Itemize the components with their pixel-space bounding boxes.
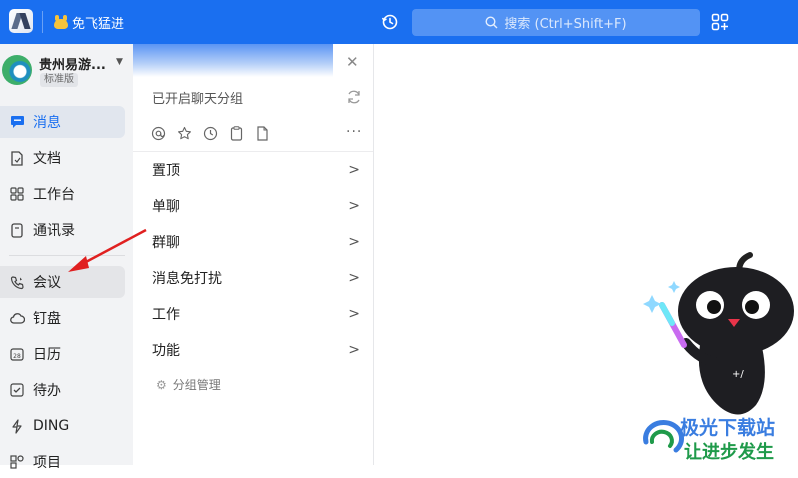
close-icon[interactable]: ✕ [346,53,359,71]
sidebar-item-drive[interactable]: 钉盘 [0,302,125,334]
sidebar-item-label: 钉盘 [33,311,61,327]
filter-icon-row [150,125,270,141]
cloud-icon [9,310,25,326]
panel-divider [133,151,373,152]
svg-text:+/: +/ [732,369,744,380]
search-input[interactable]: 搜索 (Ctrl+Shift+F) [412,9,700,36]
sidebar-item-label: DING [33,418,70,434]
sidebar-item-ding[interactable]: DING [0,410,125,442]
grouping-status: 已开启聊天分组 [152,92,244,107]
project-icon [9,454,25,470]
chevron-right-icon: > [348,342,360,358]
chevron-right-icon: > [348,306,360,322]
history-icon[interactable] [381,13,399,31]
group-row-label: 消息免打扰 [152,271,222,287]
apps-add-icon[interactable] [711,13,729,31]
file-icon[interactable] [254,125,270,141]
sidebar-item-label: 项目 [33,455,61,471]
group-row-functions[interactable]: 功能 > [152,338,360,362]
svg-text:28: 28 [13,353,21,360]
chevron-right-icon: > [348,162,360,178]
chevron-right-icon: > [348,270,360,286]
todo-icon [9,382,25,398]
group-row-group-chat[interactable]: 群聊 > [152,230,360,254]
group-row-muted[interactable]: 消息免打扰 > [152,266,360,290]
annotation-arrow [68,228,147,272]
chevron-right-icon: > [348,234,360,250]
clock-icon[interactable] [202,125,218,141]
sidebar-item-label: 日历 [33,347,61,363]
sidebar-item-calendar[interactable]: 28 日历 [0,338,125,370]
calendar-icon: 28 [9,346,25,362]
sidebar-item-todo[interactable]: 待办 [0,374,125,406]
ding-icon [9,418,25,434]
sidebar-item-label: 待办 [33,383,61,399]
more-icon[interactable]: ··· [346,124,362,140]
group-row-work[interactable]: 工作 > [152,302,360,326]
star-icon[interactable] [176,125,192,141]
watermark-slogan: 让进步发生 [684,442,774,463]
search-icon [485,16,498,29]
sidebar-item-project[interactable]: 项目 [0,446,125,478]
group-row-single-chat[interactable]: 单聊 > [152,194,360,218]
group-manage-label: 分组管理 [172,378,221,392]
watermark: 极光下载站 让进步发生 [640,410,798,465]
chevron-right-icon: > [348,198,360,214]
panel-banner [133,44,333,77]
mascot-illustration: +/ [643,252,794,415]
group-row-label: 工作 [152,307,180,323]
chat-group-panel: ✕ 已开启聊天分组 ··· 置顶 > 单聊 > 群聊 > 消息免打扰 > 工作 … [133,44,374,465]
gear-icon: ⚙ [156,377,167,392]
group-manage-button[interactable]: ⚙ 分组管理 [156,376,221,393]
search-placeholder: 搜索 (Ctrl+Shift+F) [504,17,627,32]
group-row-pinned[interactable]: 置顶 > [152,158,360,182]
refresh-icon[interactable] [346,89,362,105]
clipboard-icon[interactable] [228,125,244,141]
watermark-title: 极光下载站 [680,417,776,439]
group-row-label: 功能 [152,343,180,359]
